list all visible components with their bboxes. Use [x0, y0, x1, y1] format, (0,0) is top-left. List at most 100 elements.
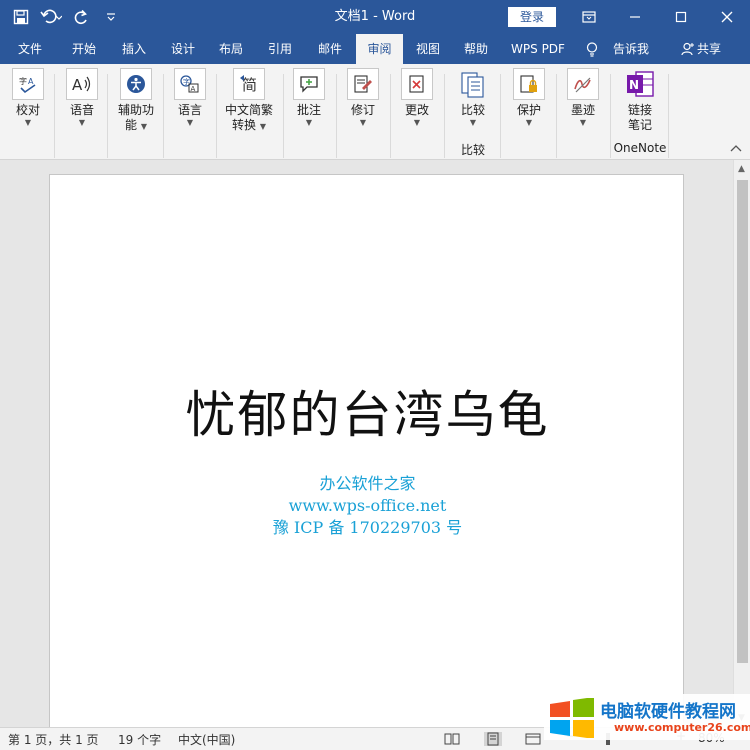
- proofing-button[interactable]: 字A 校对 ▼: [10, 68, 46, 128]
- comment-label: 批注: [296, 103, 321, 117]
- group-divider: [556, 74, 557, 158]
- print-layout-icon[interactable]: [484, 732, 502, 746]
- accessibility-label: 辅助功: [117, 103, 154, 117]
- chevron-down-icon: ▼: [359, 118, 367, 127]
- proofing-icon: 字A: [12, 68, 44, 100]
- redo-icon[interactable]: [66, 2, 96, 32]
- changes-button[interactable]: 更改 ▼: [399, 68, 435, 128]
- tab-layout[interactable]: 布局: [207, 34, 255, 64]
- chevron-down-icon: ▼: [24, 118, 32, 127]
- onenote-link-label: 链接: [627, 103, 652, 117]
- document-area: 忧郁的台湾乌龟 办公软件之家 www.wps-office.net 豫 ICP …: [0, 160, 733, 727]
- ink-button[interactable]: 墨迹 ▼: [565, 68, 601, 128]
- document-body: 办公软件之家 www.wps-office.net 豫 ICP 备 170229…: [50, 473, 685, 539]
- tab-review[interactable]: 审阅: [356, 34, 403, 64]
- tab-wps-pdf[interactable]: WPS PDF: [503, 34, 573, 64]
- customize-qat-icon[interactable]: [96, 2, 126, 32]
- share-person-icon: [681, 42, 695, 59]
- tab-view[interactable]: 视图: [405, 34, 451, 64]
- svg-text:A: A: [28, 77, 34, 86]
- proofing-label: 校对: [15, 103, 40, 117]
- chevron-down-icon: ▼: [579, 118, 587, 127]
- share-button[interactable]: 共享: [697, 34, 733, 64]
- accessibility-label-2: 能 ▼: [125, 118, 147, 132]
- windows-logo-icon: [550, 698, 594, 738]
- protect-button[interactable]: 保护 ▼: [511, 68, 547, 128]
- chinese-conversion-button[interactable]: 简 中文简繁 转换 ▼: [222, 68, 276, 133]
- onenote-link-label-2: 笔记: [627, 118, 652, 132]
- watermark-url: www.computer26.com: [614, 721, 750, 734]
- compare-group-label: 比较: [460, 143, 485, 157]
- svg-text:N: N: [629, 78, 639, 92]
- ink-label: 墨迹: [570, 103, 595, 117]
- web-layout-icon[interactable]: [524, 732, 542, 746]
- protect-icon: [513, 68, 545, 100]
- chevron-down-icon: ▼: [78, 118, 86, 127]
- ribbon-commands: 字A 校对 ▼ A 语音 ▼ 辅助功 能 ▼ 字A 语言 ▼ 简 中文简繁 转换…: [0, 68, 750, 158]
- tab-home[interactable]: 开始: [60, 34, 108, 64]
- close-icon[interactable]: [704, 0, 750, 34]
- tell-me-search[interactable]: 告诉我: [606, 34, 656, 64]
- comment-button[interactable]: 批注 ▼: [291, 68, 327, 128]
- document-heading: 忧郁的台湾乌龟: [185, 386, 550, 444]
- onenote-icon: N: [624, 68, 656, 100]
- page-count[interactable]: 第 1 页，共 1 页: [8, 731, 99, 748]
- title-bar: 文档1 - Word 登录: [0, 0, 750, 34]
- vertical-scrollbar[interactable]: ▲ ▼: [733, 160, 750, 727]
- language-button[interactable]: 字A 语言 ▼: [172, 68, 208, 128]
- maximize-icon[interactable]: [658, 0, 704, 34]
- tab-help[interactable]: 帮助: [453, 34, 499, 64]
- language-status[interactable]: 中文(中国): [178, 731, 235, 748]
- save-icon[interactable]: [6, 2, 36, 32]
- ribbon-tabs: 文件 开始 插入 设计 布局 引用 邮件 审阅 视图 帮助 WPS PDF 告诉…: [0, 34, 750, 64]
- compare-button[interactable]: 比较 ▼: [454, 68, 492, 128]
- changes-icon: [401, 68, 433, 100]
- chinese-conversion-label-2: 转换 ▼: [232, 118, 266, 132]
- undo-icon[interactable]: [36, 2, 66, 32]
- chevron-down-icon: ▼: [305, 118, 313, 127]
- login-button[interactable]: 登录: [508, 7, 556, 27]
- ink-icon: [567, 68, 599, 100]
- tab-design[interactable]: 设计: [159, 34, 207, 64]
- accessibility-button[interactable]: 辅助功 能 ▼: [113, 68, 159, 133]
- document-line: 办公软件之家: [319, 474, 416, 493]
- group-divider: [390, 74, 391, 158]
- quick-access-toolbar: [6, 0, 126, 34]
- document-line: www.wps-office.net: [288, 496, 447, 515]
- language-icon: 字A: [174, 68, 206, 100]
- accessibility-icon: [120, 68, 152, 100]
- scroll-up-icon[interactable]: ▲: [738, 164, 745, 174]
- group-divider: [107, 74, 108, 158]
- onenote-group-label: OneNote: [613, 141, 667, 155]
- read-aloud-button[interactable]: A 语音 ▼: [64, 68, 100, 128]
- chevron-down-icon: ▼: [525, 118, 533, 127]
- compare-label: 比较: [460, 103, 485, 117]
- read-mode-icon[interactable]: [443, 732, 461, 746]
- collapse-ribbon-icon[interactable]: [730, 144, 742, 155]
- group-divider: [444, 74, 445, 158]
- minimize-icon[interactable]: [612, 0, 658, 34]
- ribbon-display-options-icon[interactable]: [566, 0, 612, 34]
- chevron-down-icon: ▼: [413, 118, 421, 127]
- tab-references[interactable]: 引用: [256, 34, 304, 64]
- group-divider: [500, 74, 501, 158]
- group-divider: [336, 74, 337, 158]
- lightbulb-icon: [586, 42, 598, 60]
- tab-file[interactable]: 文件: [6, 34, 54, 64]
- read-aloud-icon: A: [66, 68, 98, 100]
- chevron-down-icon: ▼: [186, 118, 194, 127]
- document-page[interactable]: 忧郁的台湾乌龟 办公软件之家 www.wps-office.net 豫 ICP …: [49, 174, 684, 727]
- onenote-link-button[interactable]: N 链接 笔记: [620, 68, 660, 133]
- group-divider: [216, 74, 217, 158]
- comment-icon: [293, 68, 325, 100]
- group-divider: [163, 74, 164, 158]
- word-count[interactable]: 19 个字: [118, 731, 161, 748]
- language-label: 语言: [177, 103, 202, 117]
- svg-text:简: 简: [242, 76, 257, 94]
- tab-mailings[interactable]: 邮件: [306, 34, 354, 64]
- tab-insert[interactable]: 插入: [110, 34, 158, 64]
- track-changes-button[interactable]: 修订 ▼: [345, 68, 381, 128]
- scroll-thumb[interactable]: [737, 180, 748, 663]
- chinese-conversion-icon: 简: [233, 68, 265, 100]
- group-divider: [668, 74, 669, 158]
